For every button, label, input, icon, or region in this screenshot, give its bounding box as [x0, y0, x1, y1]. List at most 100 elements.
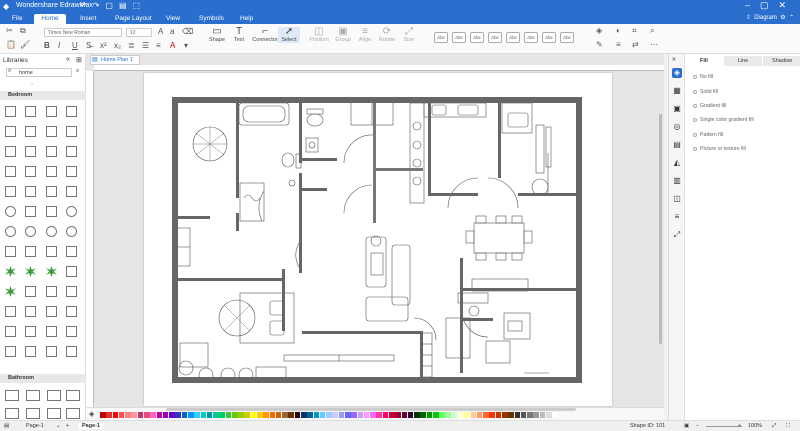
color-swatch[interactable] [432, 412, 439, 418]
style-preset-1[interactable]: Abc [434, 32, 448, 43]
menu-file[interactable]: File [8, 14, 26, 24]
color-swatch[interactable] [376, 412, 382, 418]
library-symbol[interactable] [46, 146, 57, 157]
quick-access-toolbar[interactable]: ↶↷▢▤⬚ [80, 1, 146, 10]
bathroom-symbol[interactable] [5, 408, 19, 419]
color-swatch[interactable] [545, 412, 552, 418]
library-symbol[interactable] [46, 186, 57, 197]
color-swatch[interactable] [100, 412, 106, 418]
color-swatch[interactable] [326, 412, 332, 418]
align-button[interactable]: ≡ Align [354, 27, 376, 44]
library-symbol[interactable] [66, 226, 77, 237]
color-swatch[interactable] [118, 412, 125, 418]
fit-icon[interactable]: ▣ [684, 423, 689, 429]
fill-option-gradient[interactable]: Gradient fill [693, 103, 726, 109]
color-swatch[interactable] [137, 412, 144, 418]
fullscreen-icon[interactable]: ⛶ [786, 423, 790, 430]
color-swatch[interactable] [514, 412, 521, 418]
library-symbol[interactable] [46, 166, 57, 177]
color-swatch[interactable] [407, 412, 414, 418]
color-swatch[interactable] [225, 412, 232, 418]
color-swatch[interactable] [539, 412, 546, 418]
style-preset-3[interactable]: Abc [470, 32, 484, 43]
menu-view[interactable]: View [162, 14, 184, 24]
library-symbol[interactable] [5, 146, 16, 157]
font-size-select[interactable]: 12 [126, 28, 152, 37]
library-symbol[interactable] [66, 166, 77, 177]
style-preset-5[interactable]: Abc [506, 32, 520, 43]
crop-icon[interactable]: ⌗ [632, 26, 637, 36]
clear-format-icon[interactable]: ⌫ [182, 27, 193, 36]
library-symbol[interactable] [5, 266, 16, 277]
highlight-icon[interactable]: ▾ [184, 41, 188, 50]
cut-icon[interactable]: ✂ [6, 26, 13, 35]
bathroom-symbol[interactable] [66, 408, 80, 419]
floor-plan[interactable] [144, 73, 612, 406]
color-swatch[interactable] [187, 412, 194, 418]
page-panel-icon[interactable]: ▤ [672, 140, 682, 150]
library-symbol[interactable] [5, 206, 16, 217]
color-swatch[interactable] [175, 412, 181, 418]
library-symbol[interactable] [66, 306, 77, 317]
paste-icon[interactable]: 📋 [6, 40, 16, 49]
color-swatch[interactable] [213, 412, 219, 418]
library-symbol[interactable] [25, 186, 36, 197]
color-swatch[interactable] [370, 412, 376, 418]
color-swatch[interactable] [395, 412, 401, 418]
bathroom-symbol[interactable] [26, 408, 40, 419]
library-symbol[interactable] [25, 166, 36, 177]
settings-icon[interactable]: ⚙ [780, 15, 785, 21]
color-swatch[interactable] [181, 412, 188, 418]
menu-home[interactable]: Home [34, 14, 66, 24]
user-label[interactable]: Diagram [754, 15, 777, 21]
line-spacing-icon[interactable]: ≣ [128, 41, 135, 50]
color-swatch[interactable] [458, 412, 464, 418]
menu-insert[interactable]: Insert [76, 14, 100, 24]
library-symbol[interactable] [25, 306, 36, 317]
color-swatch[interactable] [357, 412, 364, 418]
page-selector[interactable]: Page-1 [26, 423, 44, 429]
style-preset-7[interactable]: Abc [542, 32, 556, 43]
share-icon[interactable]: ⇪ [746, 15, 751, 21]
library-symbol[interactable] [25, 326, 36, 337]
more-icon[interactable]: ⋯ [650, 40, 658, 49]
library-symbol[interactable] [46, 266, 57, 277]
superscript-icon[interactable]: x² [100, 41, 107, 50]
align-icon[interactable]: ≡ [156, 41, 161, 50]
image-panel-icon[interactable]: ▣ [672, 104, 682, 114]
horizontal-scrollbar[interactable] [166, 408, 576, 411]
font-name-select[interactable]: Times New Roman [44, 28, 122, 37]
color-swatch[interactable] [552, 412, 558, 418]
color-swatch[interactable] [294, 412, 301, 418]
color-swatch[interactable] [125, 412, 131, 418]
expand-icon[interactable]: ⌄ [30, 81, 34, 87]
library-search-input[interactable]: home [6, 68, 72, 77]
color-swatch[interactable] [445, 412, 452, 418]
color-swatch[interactable] [319, 412, 326, 418]
library-symbol[interactable] [66, 106, 77, 117]
bathroom-symbol[interactable] [5, 390, 19, 401]
table-panel-icon[interactable]: ▥ [672, 176, 682, 186]
color-swatch[interactable] [332, 412, 338, 418]
color-swatch[interactable] [483, 412, 489, 418]
color-swatch[interactable] [307, 412, 313, 418]
bold-icon[interactable]: B [44, 41, 50, 50]
fill-option-no-fill[interactable]: No fill [693, 74, 713, 80]
font-grow-icon[interactable]: A [158, 27, 163, 36]
line-color-icon[interactable]: ◐ [616, 26, 621, 35]
rotate-button[interactable]: ⟳ Rotate [376, 27, 398, 44]
fit-page-icon[interactable]: ⤢ [772, 423, 776, 430]
group-button[interactable]: ▣ Group [332, 27, 354, 44]
library-symbol[interactable] [5, 166, 16, 177]
zoom-level[interactable]: 100% [748, 423, 762, 429]
color-swatch[interactable] [382, 412, 389, 418]
color-swatch[interactable] [244, 412, 251, 418]
color-swatch[interactable] [470, 412, 477, 418]
layers-panel-icon[interactable]: ◫ [672, 194, 682, 204]
color-swatch[interactable] [156, 412, 163, 418]
color-swatch[interactable] [451, 412, 458, 418]
bathroom-symbol[interactable] [26, 390, 40, 401]
library-symbol[interactable] [66, 186, 77, 197]
color-swatch[interactable] [508, 412, 514, 418]
library-symbol[interactable] [5, 186, 16, 197]
